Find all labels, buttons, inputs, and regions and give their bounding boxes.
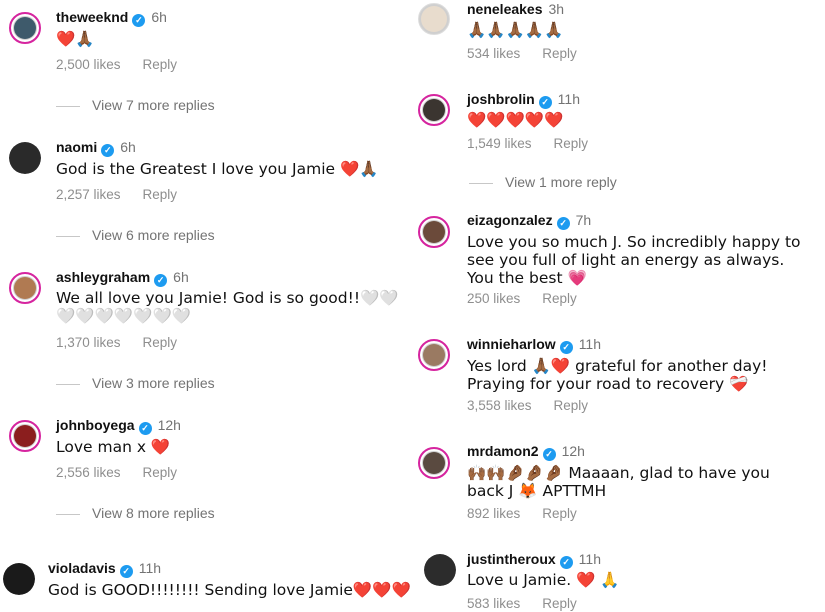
view-more-replies[interactable]: View 8 more replies bbox=[56, 505, 215, 521]
avatar[interactable] bbox=[9, 420, 41, 452]
comment-text: God is GOOD!!!!!!!! Sending love Jamie❤️… bbox=[48, 581, 411, 599]
avatar[interactable] bbox=[418, 216, 450, 248]
avatar[interactable] bbox=[418, 447, 450, 479]
comment-text: Yes lord 🙏🏾❤️ grateful for another day! … bbox=[467, 357, 768, 393]
left-column: theweeknd ✓ 6h ❤️🙏🏾 2,500 likes Reply View … bbox=[0, 0, 412, 611]
timestamp: 6h bbox=[173, 269, 189, 285]
avatar[interactable] bbox=[424, 554, 456, 586]
reply-button[interactable]: Reply bbox=[143, 187, 178, 203]
username[interactable]: justintheroux bbox=[467, 551, 556, 567]
timestamp: 3h bbox=[548, 1, 565, 17]
username[interactable]: theweeknd bbox=[56, 9, 128, 25]
divider bbox=[56, 105, 80, 107]
view-more-replies[interactable]: View 6 more replies bbox=[56, 227, 215, 243]
avatar[interactable] bbox=[418, 3, 450, 35]
timestamp: 6h bbox=[151, 9, 167, 25]
avatar[interactable] bbox=[9, 142, 41, 174]
verified-badge-icon: ✓ bbox=[132, 14, 146, 27]
view-more-replies[interactable]: View 3 more replies bbox=[56, 375, 215, 391]
comment-text: ❤️🙏🏾 bbox=[56, 30, 95, 48]
timestamp: 7h bbox=[575, 212, 592, 228]
view-more-replies[interactable]: View 1 more reply bbox=[469, 174, 617, 190]
reply-button[interactable]: Reply bbox=[542, 596, 577, 612]
timestamp: 6h bbox=[120, 139, 136, 155]
username[interactable]: neneleakes bbox=[467, 1, 543, 17]
username[interactable]: ashleygraham bbox=[56, 269, 150, 285]
reply-button[interactable]: Reply bbox=[542, 506, 577, 522]
reply-button[interactable]: Reply bbox=[143, 335, 178, 351]
verified-badge-icon: ✓ bbox=[542, 448, 556, 461]
reply-button[interactable]: Reply bbox=[143, 57, 178, 73]
username[interactable]: naomi bbox=[56, 139, 97, 155]
comment-text: Love you so much J. So incredibly happy … bbox=[467, 233, 801, 287]
username[interactable]: joshbrolin bbox=[467, 91, 535, 107]
avatar[interactable] bbox=[418, 94, 450, 126]
divider bbox=[56, 235, 80, 237]
verified-badge-icon: ✓ bbox=[559, 341, 573, 354]
verified-badge-icon: ✓ bbox=[556, 217, 570, 230]
comment-text: We all love you Jamie! God is so good!!🤍… bbox=[56, 289, 399, 325]
divider bbox=[56, 383, 80, 385]
username[interactable]: eizagonzalez bbox=[467, 212, 553, 228]
likes-count[interactable]: 2,556 likes bbox=[56, 465, 121, 481]
divider bbox=[56, 513, 80, 515]
verified-badge-icon: ✓ bbox=[538, 96, 552, 109]
divider bbox=[469, 182, 493, 184]
comment-text: Love man x ❤️ bbox=[56, 438, 171, 456]
reply-button[interactable]: Reply bbox=[554, 398, 589, 414]
verified-badge-icon: ✓ bbox=[119, 565, 133, 578]
likes-count[interactable]: 1,370 likes bbox=[56, 335, 121, 351]
likes-count[interactable]: 250 likes bbox=[467, 291, 520, 307]
comment-text: ❤️❤️❤️❤️❤️ bbox=[467, 111, 564, 129]
username[interactable]: violadavis bbox=[48, 560, 116, 576]
verified-badge-icon: ✓ bbox=[101, 144, 115, 157]
avatar[interactable] bbox=[418, 339, 450, 371]
verified-badge-icon: ✓ bbox=[138, 422, 152, 435]
avatar[interactable] bbox=[9, 272, 41, 304]
timestamp: 11h bbox=[578, 551, 601, 567]
comment-text: 🙌🏾🙌🏾🤌🏾🤌🏾🤌🏾 Maaaan, glad to have you back… bbox=[467, 464, 770, 500]
timestamp: 11h bbox=[557, 91, 580, 107]
comment-text: God is the Greatest I love you Jamie ❤️🙏… bbox=[56, 160, 379, 178]
reply-button[interactable]: Reply bbox=[542, 46, 577, 62]
reply-button[interactable]: Reply bbox=[542, 291, 577, 307]
verified-badge-icon: ✓ bbox=[559, 556, 573, 569]
likes-count[interactable]: 534 likes bbox=[467, 46, 520, 62]
comment-text: Love u Jamie. ❤️ 🙏 bbox=[467, 571, 620, 589]
likes-count[interactable]: 2,257 likes bbox=[56, 187, 121, 203]
likes-count[interactable]: 892 likes bbox=[467, 506, 520, 522]
reply-button[interactable]: Reply bbox=[143, 465, 178, 481]
timestamp: 12h bbox=[561, 443, 585, 459]
view-more-replies[interactable]: View 7 more replies bbox=[56, 97, 215, 113]
verified-badge-icon: ✓ bbox=[154, 274, 168, 287]
username[interactable]: mrdamon2 bbox=[467, 443, 539, 459]
likes-count[interactable]: 3,558 likes bbox=[467, 398, 532, 414]
username[interactable]: winnieharlow bbox=[467, 336, 556, 352]
username[interactable]: johnboyega bbox=[56, 417, 135, 433]
timestamp: 12h bbox=[157, 417, 181, 433]
reply-button[interactable]: Reply bbox=[554, 136, 589, 152]
timestamp: 11h bbox=[138, 560, 162, 576]
likes-count[interactable]: 1,549 likes bbox=[467, 136, 532, 152]
timestamp: 11h bbox=[578, 336, 602, 352]
comment-text: 🙏🏾🙏🏾🙏🏾🙏🏾🙏🏾 bbox=[467, 21, 564, 39]
likes-count[interactable]: 583 likes bbox=[467, 596, 520, 612]
right-column: neneleakes 3h 🙏🏾🙏🏾🙏🏾🙏🏾🙏🏾 534 likes Reply j… bbox=[412, 0, 825, 611]
avatar[interactable] bbox=[3, 563, 35, 595]
avatar[interactable] bbox=[9, 12, 41, 44]
likes-count[interactable]: 2,500 likes bbox=[56, 57, 121, 73]
